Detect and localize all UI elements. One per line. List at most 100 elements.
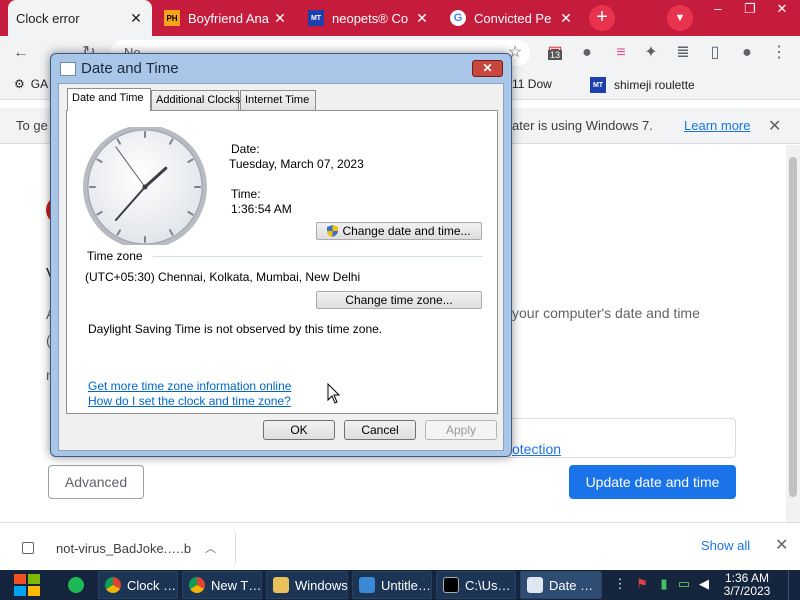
time-label: Time: [231,187,261,201]
chrome-icon [105,577,121,593]
close-icon[interactable]: ✕ [272,10,288,27]
tab-search-chevron-icon[interactable]: ▼ [667,5,693,31]
tray-overflow-icon[interactable]: ⋮ [612,576,628,592]
bookmark-label: 11 Dow [512,77,552,91]
learn-more-link[interactable]: Learn more [684,118,750,133]
folder-icon [273,577,289,593]
mt-favicon-icon: MT [308,10,324,26]
taskbar-datetime[interactable]: Date … [520,571,602,599]
timezone-info-link[interactable]: Get more time zone information online [88,379,291,393]
battery-icon[interactable]: ▮ [656,576,672,592]
taskbar-chrome-newtab[interactable]: New T… [182,571,262,599]
date-time-panel: Date: Tuesday, March 07, 2023 Time: 1:36… [66,110,498,414]
infobar-text-left: To ge [16,118,48,133]
dialog-titlebar[interactable]: Date and Time ✕ [51,54,511,83]
bookmark-label: shimeji roulette [614,78,695,92]
dialog-close-button[interactable]: ✕ [472,60,503,77]
window-close-button[interactable]: ✕ [766,0,798,20]
windows-taskbar: Clock … New T… Windows Untitle… C:\Us… D… [0,570,800,600]
windows-start-icon[interactable] [10,572,44,598]
change-timezone-button[interactable]: Change time zone... [316,291,482,309]
scrollbar-thumb[interactable] [789,157,797,497]
close-icon[interactable]: ✕ [128,10,144,27]
infobar-text-right: ater is using Windows 7. [512,118,653,133]
tab-convicted[interactable]: G Convicted Pe ✕ [442,2,582,34]
tab-internet-time[interactable]: Internet Time [240,90,316,110]
close-icon[interactable]: ✕ [775,535,788,555]
network-icon[interactable]: ▭ [676,576,692,592]
how-set-clock-link[interactable]: How do I set the clock and time zone? [88,394,291,408]
body-text: your computer's date and time [512,305,700,321]
close-icon[interactable]: ✕ [558,10,574,27]
maximize-button[interactable]: ❐ [734,0,766,20]
action-center-flag-icon[interactable]: ⚑ [634,576,650,592]
close-icon[interactable]: ✕ [414,10,430,27]
tab-clock-error[interactable]: Clock error ✕ [8,0,152,36]
volume-icon[interactable]: ◀ [696,576,712,592]
taskbar-chrome-clock[interactable]: Clock … [98,571,178,599]
back-arrow-icon[interactable]: ← [12,44,30,62]
download-filename: not-virus_BadJoke.….b [56,540,192,556]
timezone-label: Time zone [87,249,143,263]
tab-date-and-time[interactable]: Date and Time [67,88,151,111]
bookmark-shimeji[interactable]: MT shimeji roulette [590,77,695,93]
change-date-time-button[interactable]: Change date and time... [316,222,482,240]
avatar-extension-icon[interactable]: ● [578,44,596,62]
tab-title: Clock error [16,10,80,26]
clock-date: 3/7/2023 [723,584,771,598]
download-item[interactable]: not-virus_BadJoke.….b ︿ [14,533,236,563]
update-date-time-button[interactable]: Update date and time [569,465,736,499]
gear-icon: ⚙ [14,77,25,91]
taskbar-label: Clock … [127,577,177,593]
advanced-button[interactable]: Advanced [48,465,144,499]
enhanced-protection-link[interactable]: otection [512,441,561,457]
menu-kebab-icon[interactable]: ⋮ [770,44,788,62]
spotify-icon [68,577,84,593]
dst-text: Daylight Saving Time is not observed by … [88,322,383,336]
extension-badge: 13 [548,50,563,60]
new-tab-button[interactable]: + [589,5,615,31]
apply-button[interactable]: Apply [425,420,497,440]
chevron-up-icon[interactable]: ︿ [205,540,216,556]
download-file-icon [22,542,34,554]
google-favicon-icon: G [450,10,466,26]
bookmark-ga[interactable]: ⚙ GA [14,77,48,91]
taskbar-label: C:\Us… [465,577,511,593]
cmd-icon [443,577,459,593]
bookmark-11-dow[interactable]: 11 Dow [512,77,552,91]
side-panel-icon[interactable]: ▯ [706,44,724,62]
mt-favicon-icon: MT [590,77,606,93]
taskbar-explorer[interactable]: Windows [266,571,348,599]
taskbar-paint[interactable]: Untitle… [352,571,432,599]
download-shelf: not-virus_BadJoke.….b ︿ Show all ✕ [0,522,800,570]
close-icon[interactable]: ✕ [768,116,781,136]
chrome-icon [189,577,205,593]
taskbar-label: Windows [295,577,348,593]
taskbar-cmd[interactable]: C:\Us… [436,571,516,599]
media-playlist-icon[interactable]: ≣ [674,44,692,62]
taskbar-label: Date … [549,577,594,593]
tab-title: Boyfriend Ana [188,10,269,26]
taskbar-clock[interactable]: 1:36 AM 3/7/2023 [718,572,776,598]
tab-neopets[interactable]: MT neopets® Co ✕ [300,2,438,34]
minimize-button[interactable]: – [702,0,734,20]
ok-button[interactable]: OK [263,420,335,440]
datetime-icon [527,577,543,593]
change-date-time-label: Change date and time... [342,224,471,238]
date-time-dialog: Date and Time ✕ Date and Time Additional… [50,53,512,457]
date-label: Date: [231,142,260,156]
profile-icon[interactable]: ● [738,44,756,62]
calendar-clock-icon [60,62,76,76]
flag-extension-icon[interactable]: ≡ [612,44,630,62]
extensions-puzzle-icon[interactable]: ✦ [642,44,660,62]
show-all-link[interactable]: Show all [701,538,750,553]
cancel-button[interactable]: Cancel [344,420,416,440]
date-value: Tuesday, March 07, 2023 [229,157,364,171]
bookmark-label: GA [30,77,49,91]
scrollbar[interactable] [786,145,800,522]
tab-additional-clocks[interactable]: Additional Clocks [151,90,240,110]
show-desktop-button[interactable] [788,570,800,600]
tab-boyfriend[interactable]: PH Boyfriend Ana ✕ [156,2,296,34]
group-divider [153,256,483,257]
taskbar-spotify[interactable] [62,571,94,599]
